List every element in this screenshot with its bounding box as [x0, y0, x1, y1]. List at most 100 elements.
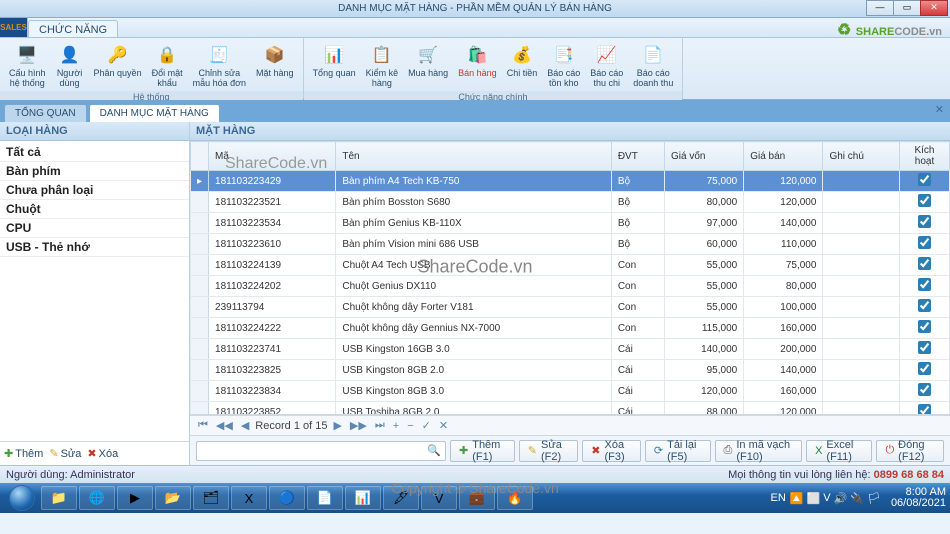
- tray-icon[interactable]: V: [823, 492, 830, 505]
- taskbar-item[interactable]: 💼: [459, 486, 495, 510]
- search-box[interactable]: 🔍: [196, 441, 446, 461]
- pager-next[interactable]: ▶: [331, 419, 343, 432]
- pager-add[interactable]: +: [391, 420, 401, 432]
- tray-icon[interactable]: 🔊: [834, 492, 848, 505]
- taskbar-item[interactable]: 🗂: [193, 486, 229, 510]
- col-header[interactable]: ĐVT: [611, 142, 664, 171]
- grid-wrapper[interactable]: MãTênĐVTGiá vốnGiá bánGhi chúKích hoạt▸1…: [190, 141, 950, 415]
- taskbar-item[interactable]: 🌐: [79, 486, 115, 510]
- active-checkbox[interactable]: [918, 299, 931, 312]
- col-header[interactable]: Ghi chú: [823, 142, 900, 171]
- pager-prev-page[interactable]: ◀◀: [214, 419, 235, 432]
- taskbar-item[interactable]: 📄: [307, 486, 343, 510]
- taskbar-item[interactable]: 🖋: [383, 486, 419, 510]
- tab-close-icon[interactable]: ✕: [935, 103, 944, 116]
- tree-item[interactable]: USB - Thẻ nhớ: [0, 238, 189, 257]
- ribbon-kiểm-kê-hàng[interactable]: 📋Kiểm kê hàng: [361, 40, 404, 91]
- active-checkbox[interactable]: [918, 383, 931, 396]
- taskbar-item[interactable]: X: [231, 486, 267, 510]
- table-row[interactable]: 239113794Chuột không dây Forter V181Con5…: [191, 297, 950, 318]
- table-row[interactable]: 181103223825USB Kingston 8GB 2.0Cái95,00…: [191, 360, 950, 381]
- search-icon[interactable]: 🔍: [427, 444, 441, 457]
- search-input[interactable]: [201, 445, 427, 456]
- col-header[interactable]: Mã: [209, 142, 336, 171]
- ribbon-đổi-mật-khẩu[interactable]: 🔒Đổi mật khẩu: [147, 40, 188, 91]
- col-header[interactable]: Giá bán: [744, 142, 823, 171]
- table-row[interactable]: ▸181103223429Bàn phím A4 Tech KB-750Bộ75…: [191, 171, 950, 192]
- tree-item[interactable]: Bàn phím: [0, 162, 189, 181]
- ribbon-báo-cáo-tồn-kho[interactable]: 📑Báo cáo tồn kho: [542, 40, 585, 91]
- ribbon-báo-cáo-thu-chi[interactable]: 📈Báo cáo thu chi: [585, 40, 628, 91]
- col-header[interactable]: Kích hoạt: [900, 142, 950, 171]
- active-checkbox[interactable]: [918, 320, 931, 333]
- sidebar-edit-button[interactable]: ✎Sửa: [49, 447, 81, 460]
- ribbon-mua-hàng[interactable]: 🛒Mua hàng: [403, 40, 453, 91]
- menu-tab-chucnang[interactable]: CHỨC NĂNG: [28, 20, 118, 37]
- active-checkbox[interactable]: [918, 257, 931, 270]
- active-checkbox[interactable]: [918, 341, 931, 354]
- tray-icon[interactable]: 🔼: [790, 492, 804, 505]
- toolbar-xóa[interactable]: ✖Xóa (F3): [582, 440, 641, 462]
- doc-tab[interactable]: TỔNG QUAN: [4, 104, 87, 122]
- tray-icon[interactable]: 🔌: [850, 492, 864, 505]
- taskbar-item[interactable]: ▶: [117, 486, 153, 510]
- pager-next-page[interactable]: ▶▶: [348, 419, 369, 432]
- ribbon-mặt-hàng[interactable]: 📦Mặt hàng: [251, 40, 299, 91]
- active-checkbox[interactable]: [918, 173, 931, 186]
- taskbar-item[interactable]: 📁: [41, 486, 77, 510]
- table-row[interactable]: 181103223741USB Kingston 16GB 3.0Cái140,…: [191, 339, 950, 360]
- tray-icon[interactable]: ⬜: [807, 492, 821, 505]
- table-row[interactable]: 181103223834USB Kingston 8GB 3.0Cái120,0…: [191, 381, 950, 402]
- col-header[interactable]: Tên: [336, 142, 611, 171]
- taskbar-clock[interactable]: 8:00 AM 06/08/2021: [891, 487, 946, 509]
- ribbon-người-dùng[interactable]: 👤Người dùng: [51, 40, 89, 91]
- pager-prev[interactable]: ◀: [239, 419, 251, 432]
- pager-edit[interactable]: ✓: [420, 419, 433, 432]
- col-header[interactable]: Giá vốn: [665, 142, 744, 171]
- ribbon-phân-quyền[interactable]: 🔑Phân quyền: [89, 40, 147, 91]
- doc-tab[interactable]: DANH MỤC MẶT HÀNG: [89, 104, 220, 122]
- ribbon-bán-hàng[interactable]: 🛍️Bán hàng: [453, 40, 502, 91]
- table-row[interactable]: 181103224139Chuột A4 Tech USBCon55,00075…: [191, 255, 950, 276]
- taskbar-item[interactable]: 🔥: [497, 486, 533, 510]
- taskbar-item[interactable]: 📊: [345, 486, 381, 510]
- active-checkbox[interactable]: [918, 194, 931, 207]
- ribbon-tổng-quan[interactable]: 📊Tổng quan: [308, 40, 361, 91]
- table-row[interactable]: 181103223610Bàn phím Vision mini 686 USB…: [191, 234, 950, 255]
- active-checkbox[interactable]: [918, 278, 931, 291]
- language-indicator[interactable]: EN: [771, 492, 786, 504]
- toolbar-thêm[interactable]: ✚Thêm (F1): [450, 440, 515, 462]
- active-checkbox[interactable]: [918, 215, 931, 228]
- table-row[interactable]: 181103223534Bàn phím Genius KB-110XBộ97,…: [191, 213, 950, 234]
- taskbar-item[interactable]: 🔵: [269, 486, 305, 510]
- toolbar-đóng[interactable]: ⏻Đóng (F12): [876, 440, 944, 462]
- maximize-button[interactable]: ▭: [893, 0, 921, 16]
- tree-item[interactable]: Chuột: [0, 200, 189, 219]
- taskbar-item[interactable]: 📂: [155, 486, 191, 510]
- active-checkbox[interactable]: [918, 236, 931, 249]
- tray-icon[interactable]: 🏳: [867, 492, 881, 505]
- toolbar-tải[interactable]: ⟳Tải lại (F5): [645, 440, 711, 462]
- table-row[interactable]: 181103224202Chuột Genius DX110Con55,0008…: [191, 276, 950, 297]
- ribbon-báo-cáo-doanh-thu[interactable]: 📄Báo cáo doanh thu: [628, 40, 678, 91]
- minimize-button[interactable]: —: [866, 0, 894, 16]
- app-logo[interactable]: SALES: [0, 18, 28, 37]
- ribbon-chỉnh-sửa-mẫu-hóa-đơn[interactable]: 🧾Chỉnh sửa mẫu hóa đơn: [188, 40, 251, 91]
- close-button[interactable]: ✕: [920, 0, 948, 16]
- ribbon-chi-tiền[interactable]: 💰Chi tiền: [502, 40, 543, 91]
- pager-remove[interactable]: −: [405, 420, 415, 432]
- table-row[interactable]: 181103224222Chuột không dây Gennius NX-7…: [191, 318, 950, 339]
- tree-item[interactable]: Tất cả: [0, 143, 189, 162]
- table-row[interactable]: 181103223852USB Toshiba 8GB 2.0Cái88,000…: [191, 402, 950, 416]
- sidebar-delete-button[interactable]: ✖Xóa: [87, 447, 118, 460]
- pager-first[interactable]: ⏮: [196, 419, 210, 432]
- toolbar-excel[interactable]: XExcel (F11): [806, 440, 872, 462]
- pager-last[interactable]: ⏭: [373, 419, 387, 432]
- active-checkbox[interactable]: [918, 362, 931, 375]
- start-button[interactable]: [4, 483, 40, 513]
- tree-item[interactable]: Chưa phân loại: [0, 181, 189, 200]
- tree-item[interactable]: CPU: [0, 219, 189, 238]
- table-row[interactable]: 181103223521Bàn phím Bosston S680Bộ80,00…: [191, 192, 950, 213]
- sidebar-add-button[interactable]: ✚Thêm: [4, 447, 43, 460]
- pager-cancel[interactable]: ✕: [437, 419, 450, 432]
